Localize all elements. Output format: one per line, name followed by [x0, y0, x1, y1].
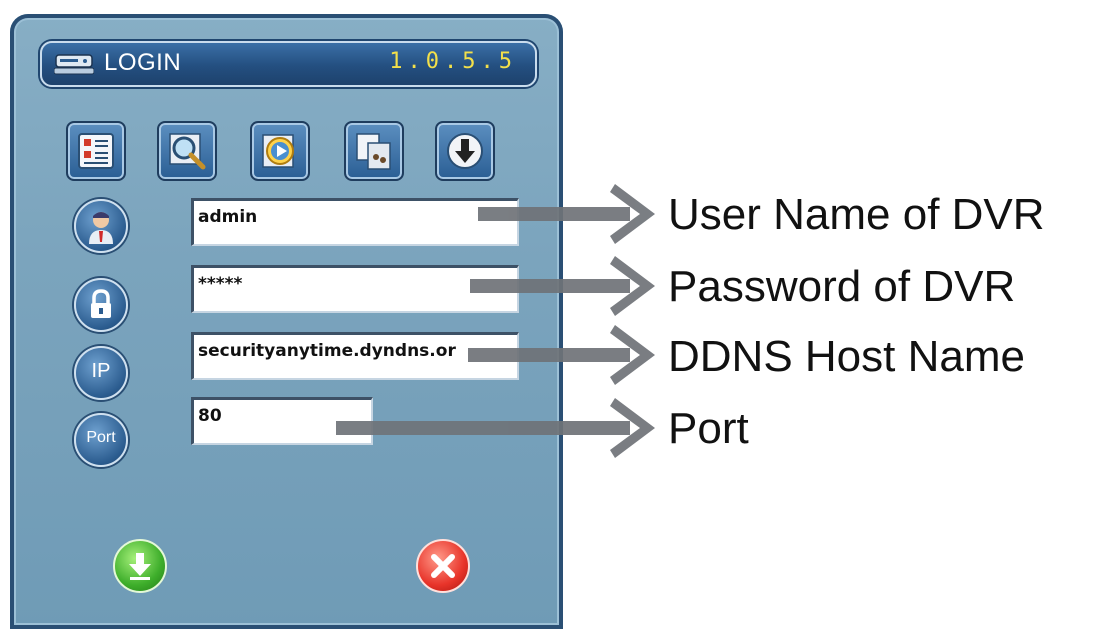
port-icon-button: Port — [74, 413, 128, 467]
username-callout: User Name of DVR — [668, 190, 1045, 239]
address-book-button[interactable] — [66, 121, 126, 181]
playback-button[interactable] — [250, 121, 310, 181]
stage: LOGIN 1.0.5.5 IP Port admin ***** securi… — [0, 0, 1104, 629]
address-book-icon — [78, 133, 114, 169]
title-bar: LOGIN 1.0.5.5 — [40, 41, 537, 87]
close-icon — [431, 554, 455, 578]
username-field[interactable]: admin — [191, 198, 519, 246]
ip-icon-button: IP — [74, 346, 128, 400]
confirm-icon — [129, 553, 151, 580]
window-title: LOGIN — [104, 49, 182, 76]
cancel-button[interactable] — [416, 539, 470, 593]
playback-icon — [262, 134, 294, 168]
ip-icon: IP — [91, 360, 111, 382]
port-callout: Port — [668, 404, 749, 453]
download-icon — [447, 133, 483, 169]
copy-button[interactable] — [344, 121, 404, 181]
port-field[interactable]: 80 — [191, 397, 373, 445]
user-icon — [89, 212, 113, 244]
port-icon: Port — [86, 429, 116, 446]
user-icon-button — [74, 199, 128, 253]
download-button[interactable] — [435, 121, 495, 181]
password-callout: Password of DVR — [668, 262, 1016, 311]
dvr-device-icon — [54, 54, 94, 75]
copy-icon — [356, 133, 391, 170]
login-dialog: LOGIN 1.0.5.5 IP Port admin ***** securi… — [10, 14, 563, 629]
search-icon — [169, 133, 206, 170]
version-label: 1.0.5.5 — [389, 49, 517, 74]
host-field[interactable]: securityanytime.dyndns.or — [191, 332, 519, 380]
host-callout: DDNS Host Name — [668, 332, 1025, 381]
password-field[interactable]: ***** — [191, 265, 519, 313]
confirm-button[interactable] — [113, 539, 167, 593]
search-button[interactable] — [157, 121, 217, 181]
lock-icon-button — [74, 278, 128, 332]
lock-icon — [91, 289, 111, 318]
